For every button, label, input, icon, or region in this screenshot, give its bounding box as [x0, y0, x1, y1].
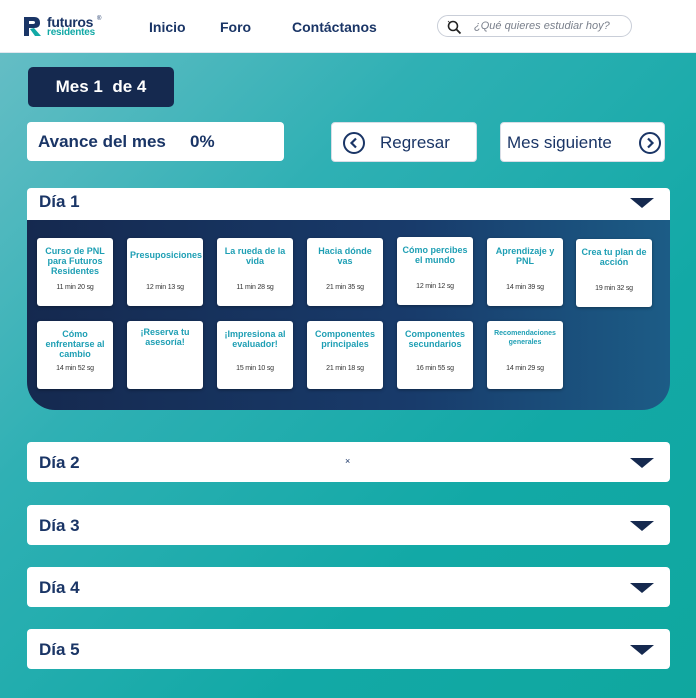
- search-icon[interactable]: [446, 19, 462, 35]
- lesson-title: Cómo enfrentarse al cambio: [45, 329, 105, 359]
- lesson-duration: 21 min 35 sg: [326, 284, 364, 291]
- lesson-duration: 12 min 12 sg: [416, 283, 454, 290]
- lesson-title: Curso de PNL para Futuros Residentes: [45, 246, 105, 276]
- day-3-header[interactable]: Día 3: [27, 505, 670, 545]
- lesson-duration: 14 min 39 sg: [506, 284, 544, 291]
- lesson-title: ¡Impresiona al evaluador!: [224, 329, 286, 349]
- top-header: futuros residentes ® Inicio Foro Contáct…: [0, 0, 696, 53]
- chevron-down-icon: [630, 645, 654, 655]
- search-box[interactable]: [437, 15, 632, 37]
- day-1-title: Día 1: [39, 192, 80, 211]
- lesson-duration: 16 min 55 sg: [416, 365, 454, 372]
- lesson-duration: 11 min 20 sg: [56, 284, 94, 291]
- lesson-title: Componentes secundarios: [404, 329, 465, 349]
- lesson-duration: 21 min 18 sg: [326, 365, 364, 372]
- nav-link-contactanos[interactable]: Contáctanos: [292, 19, 377, 35]
- lesson-duration: 14 min 29 sg: [506, 365, 544, 372]
- search-input[interactable]: [474, 18, 624, 34]
- lesson-card[interactable]: Curso de PNL para Futuros Residentes 11 …: [37, 238, 113, 306]
- lesson-card[interactable]: Hacia dónde vas 21 min 35 sg: [307, 238, 383, 306]
- lesson-duration: 14 min 52 sg: [56, 365, 94, 372]
- lesson-title: La rueda de la vida: [224, 246, 286, 266]
- lesson-card[interactable]: Componentes principales 21 min 18 sg: [307, 321, 383, 389]
- lesson-card[interactable]: ¡Reserva tu asesoría!: [127, 321, 203, 389]
- lesson-title: Cómo percibes el mundo: [402, 245, 468, 265]
- day-5-header[interactable]: Día 5: [27, 629, 670, 669]
- lesson-title: Crea tu plan de acción: [581, 247, 647, 267]
- day-4-title: Día 4: [39, 578, 80, 597]
- lesson-card[interactable]: Aprendizaje y PNL 14 min 39 sg: [487, 238, 563, 306]
- lesson-card[interactable]: Crea tu plan de acción 19 min 32 sg: [576, 239, 652, 307]
- lesson-card[interactable]: Componentes secundarios 16 min 55 sg: [397, 321, 473, 389]
- lesson-card[interactable]: Cómo percibes el mundo 12 min 12 sg: [397, 237, 473, 305]
- close-icon: ×: [345, 456, 351, 466]
- progress-label: Avance del mes: [38, 132, 166, 151]
- chevron-down-icon: [630, 198, 654, 208]
- day-5-title: Día 5: [39, 640, 80, 659]
- month-indicator: Mes 1 de 4: [28, 67, 174, 107]
- day-2-title: Día 2: [39, 453, 80, 472]
- logo-text-residentes: residentes: [47, 27, 96, 38]
- day-4-header[interactable]: Día 4: [27, 567, 670, 607]
- lesson-title: Hacia dónde vas: [318, 246, 372, 266]
- lesson-card[interactable]: Cómo enfrentarse al cambio 14 min 52 sg: [37, 321, 113, 389]
- lesson-duration: 11 min 28 sg: [236, 284, 274, 291]
- chevron-down-icon: [630, 458, 654, 468]
- day-1-header[interactable]: Día 1: [27, 188, 670, 220]
- back-button-label: Regresar: [380, 133, 450, 152]
- logo-mark-icon: [24, 17, 41, 36]
- nav-link-foro[interactable]: Foro: [220, 19, 251, 35]
- lesson-title: Recomendaciones generales: [494, 330, 556, 346]
- lesson-duration: 15 min 10 sg: [236, 365, 274, 372]
- logo-registered-mark: ®: [97, 16, 102, 22]
- chevron-right-icon: [639, 132, 661, 154]
- chevron-down-icon: [630, 521, 654, 531]
- progress-value: 0%: [190, 132, 215, 151]
- lesson-title: Aprendizaje y PNL: [495, 246, 555, 266]
- chevron-left-icon: [343, 132, 365, 154]
- nav-link-inicio[interactable]: Inicio: [149, 19, 186, 35]
- lesson-card[interactable]: La rueda de la vida 11 min 28 sg: [217, 238, 293, 306]
- lesson-title: ¡Reserva tu asesoría!: [140, 327, 190, 347]
- lesson-title: Presuposiciones: [130, 250, 203, 260]
- next-month-label: Mes siguiente: [507, 133, 612, 152]
- lesson-duration: 19 min 32 sg: [595, 285, 633, 292]
- day-1-lessons: Curso de PNL para Futuros Residentes 11 …: [27, 220, 670, 410]
- lesson-duration: 12 min 13 sg: [146, 284, 184, 291]
- lesson-title: Componentes principales: [314, 329, 375, 349]
- lesson-card[interactable]: ¡Impresiona al evaluador! 15 min 10 sg: [217, 321, 293, 389]
- futuros-residentes-logo[interactable]: futuros residentes ®: [23, 14, 103, 38]
- back-button[interactable]: Regresar: [331, 122, 477, 162]
- lesson-card[interactable]: Presuposiciones 12 min 13 sg: [127, 238, 203, 306]
- next-month-button[interactable]: Mes siguiente: [500, 122, 665, 162]
- chevron-down-icon: [630, 583, 654, 593]
- lesson-card[interactable]: Recomendaciones generales 14 min 29 sg: [487, 321, 563, 389]
- day-3-title: Día 3: [39, 516, 80, 535]
- day-2-header[interactable]: Día 2 ×: [27, 442, 670, 482]
- month-progress: Avance del mes 0%: [27, 122, 284, 161]
